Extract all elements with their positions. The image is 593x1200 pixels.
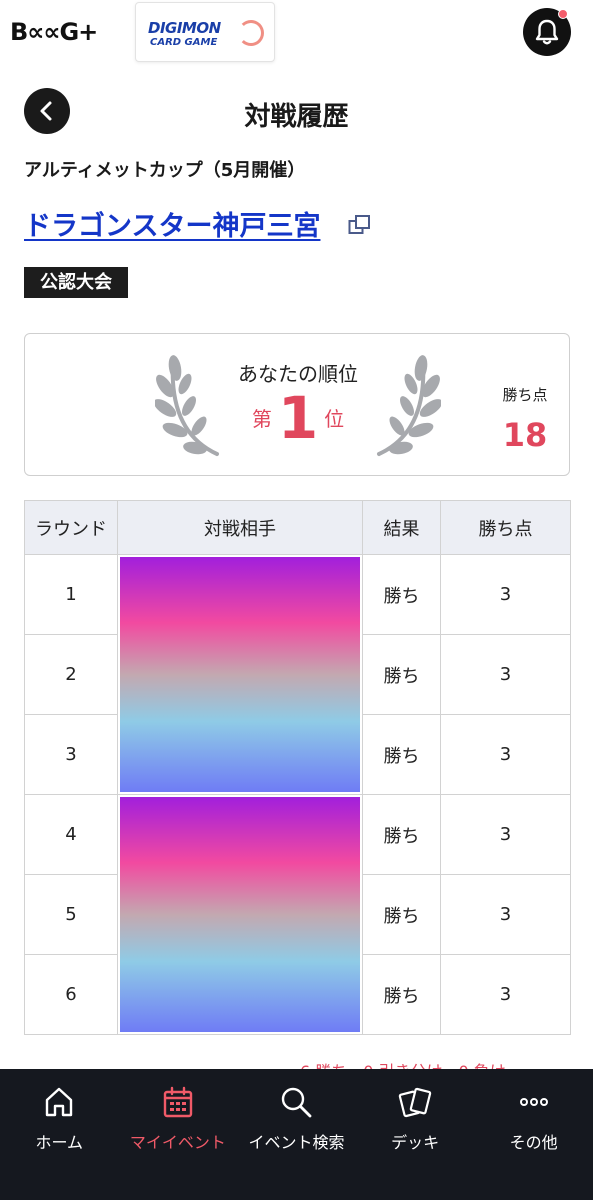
match-history-table: ラウンド 対戦相手 結果 勝ち点 1 勝ち 3 2 勝ち 3 3 勝ち 3 4 … (24, 500, 571, 1035)
table-header-row: ラウンド 対戦相手 結果 勝ち点 (24, 500, 571, 555)
rank-value: 第1位 (25, 384, 571, 452)
search-icon (282, 1087, 312, 1118)
brand-logo[interactable]: B∝∝G+ (10, 18, 98, 46)
nav-item-deck[interactable]: デッキ (356, 1069, 475, 1200)
nav-item-event-search[interactable]: イベント検索 (237, 1069, 356, 1200)
page-title: 対戦履歴 (244, 102, 349, 132)
event-category-badge: 公認大会 (24, 267, 128, 298)
switch-game-icon (238, 20, 264, 46)
points-value: 18 (502, 416, 548, 454)
game-logo-line1: DIGIMON (148, 19, 221, 37)
round-cell: 4 (24, 794, 118, 875)
calendar-icon (163, 1086, 193, 1118)
more-icon (519, 1098, 548, 1106)
nav-item-more[interactable]: その他 (474, 1069, 593, 1200)
store-link[interactable]: ドラゴンスター神戸三宮 (24, 204, 320, 243)
header-round: ラウンド (24, 500, 118, 555)
game-logo-line2: CARD GAME (150, 37, 218, 48)
header-result: 結果 (362, 500, 441, 555)
digimon-logo[interactable]: DIGIMON CARD GAME (135, 2, 275, 62)
nav-item-home[interactable]: ホーム (0, 1069, 119, 1200)
table-row: 1 勝ち 3 (24, 554, 571, 795)
result-cell: 勝ち (362, 634, 441, 715)
home-icon (46, 1087, 73, 1117)
rank-label: あなたの順位 (238, 362, 358, 386)
points-cell: 3 (440, 954, 571, 1035)
header-opponent: 対戦相手 (117, 500, 363, 555)
points-cell: 3 (440, 634, 571, 715)
points-cell: 3 (440, 794, 571, 875)
result-cell: 勝ち (362, 954, 441, 1035)
event-name: アルティメットカップ（5月開催） (24, 160, 306, 181)
round-cell: 1 (24, 554, 118, 635)
table-row: 4 勝ち 3 (24, 794, 571, 1035)
rank-card: あなたの順位 第1位 勝ち点 18 (24, 333, 570, 476)
round-cell: 6 (24, 954, 118, 1035)
redaction-overlay (120, 797, 360, 1032)
bottom-nav: ホーム マイイベント イベント検索 デッキ その他 (0, 1069, 593, 1200)
notification-dot (558, 9, 568, 19)
bell-icon (535, 19, 559, 45)
nav-label-deck: デッキ (391, 1133, 440, 1152)
result-cell: 勝ち (362, 714, 441, 795)
nav-item-my-events[interactable]: マイイベント (119, 1069, 238, 1200)
rank-number: 1 (277, 384, 319, 452)
points-cell: 3 (440, 874, 571, 955)
result-cell: 勝ち (362, 554, 441, 635)
result-cell: 勝ち (362, 874, 441, 955)
header-points: 勝ち点 (440, 500, 571, 555)
points-label: 勝ち点 (502, 386, 548, 404)
points-cell: 3 (440, 554, 571, 635)
opponent-cell-redacted (117, 794, 363, 1035)
nav-label-event-search: イベント検索 (248, 1133, 345, 1152)
result-cell: 勝ち (362, 794, 441, 875)
nav-label-my-events: マイイベント (129, 1133, 226, 1152)
opponent-cell-redacted (117, 554, 363, 795)
rank-prefix: 第 (251, 407, 272, 431)
nav-label-more: その他 (509, 1133, 558, 1152)
points-cell: 3 (440, 714, 571, 795)
redaction-overlay (120, 557, 360, 792)
nav-label-home: ホーム (35, 1133, 84, 1152)
external-link-icon[interactable] (348, 214, 372, 236)
rank-suffix: 位 (324, 407, 345, 431)
round-cell: 3 (24, 714, 118, 795)
top-bar: B∝∝G+ DIGIMON CARD GAME (0, 0, 593, 64)
cards-icon (398, 1087, 432, 1118)
round-cell: 2 (24, 634, 118, 715)
round-cell: 5 (24, 874, 118, 955)
